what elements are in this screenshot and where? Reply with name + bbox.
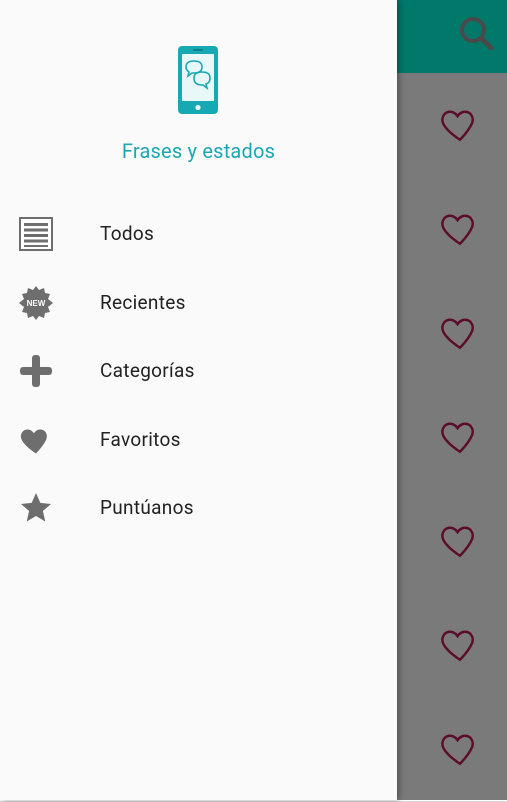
menu-item-label: Todos [100, 222, 155, 245]
search-icon [460, 17, 494, 51]
phone-chat-icon [178, 46, 218, 114]
navigation-drawer: Frases y estados Todos NEW Recientes Cat… [0, 0, 397, 800]
menu-item-label: Recientes [100, 290, 186, 314]
menu-item-label: Favoritos [100, 427, 181, 451]
list-icon [18, 216, 54, 252]
heart-icon [18, 422, 54, 458]
app-logo [177, 45, 219, 115]
svg-text:NEW: NEW [27, 299, 46, 308]
new-badge-icon: NEW [18, 285, 54, 321]
drawer-menu: Todos NEW Recientes Categorías Favoritos… [0, 200, 397, 543]
plus-icon [18, 353, 54, 389]
menu-item-recientes[interactable]: NEW Recientes [0, 269, 397, 338]
menu-item-label: Categorías [100, 359, 195, 382]
menu-item-label: Puntúanos [100, 496, 194, 519]
menu-item-todos[interactable]: Todos [0, 200, 397, 269]
search-button[interactable] [457, 12, 497, 56]
menu-item-favoritos[interactable]: Favoritos [0, 406, 397, 475]
app-title: Frases y estados [121, 139, 276, 163]
star-icon [18, 490, 54, 526]
menu-item-categorias[interactable]: Categorías [0, 337, 397, 406]
menu-item-puntuanos[interactable]: Puntúanos [0, 474, 397, 543]
drawer-header: Frases y estados [0, 0, 397, 190]
